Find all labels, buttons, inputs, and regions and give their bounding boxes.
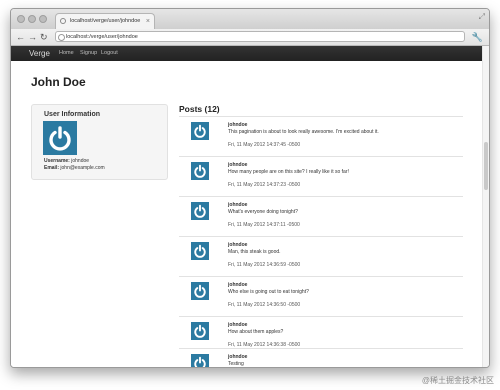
minimize-window-button[interactable] [28,15,36,23]
browser-window: localhost/verge/user/johndoe × ⤢ ← → ↻ l… [10,8,490,368]
post-text: Who else is going out to eat tonight? [228,289,309,295]
post-author[interactable]: johndoe [228,242,247,248]
post-avatar [191,242,209,260]
forward-icon[interactable]: → [28,30,37,44]
post-avatar [191,322,209,340]
post-item: johndoe This pagination is about to look… [179,116,463,157]
power-icon [194,204,206,218]
close-window-button[interactable] [17,15,25,23]
post-text: Testing [228,361,244,367]
scrollbar-thumb[interactable] [484,142,488,190]
nav-home-link[interactable]: Home [59,46,74,61]
watermark-text: @稀土掘金技术社区 [421,376,494,385]
post-author[interactable]: johndoe [228,202,247,208]
browser-tab[interactable]: localhost/verge/user/johndoe × [55,13,155,29]
zoom-window-button[interactable] [39,15,47,23]
nav-signup-link[interactable]: Signup [80,46,97,61]
post-author[interactable]: johndoe [228,322,247,328]
fullscreen-icon[interactable]: ⤢ [479,12,485,22]
wrench-icon[interactable]: 🔧 [472,30,483,44]
tab-title: localhost/verge/user/johndoe [70,18,141,24]
power-icon [194,164,206,178]
post-text: How about them apples? [228,329,284,335]
page-scrollbar[interactable] [482,46,489,367]
post-text: What's everyone doing tonight? [228,209,298,215]
post-timestamp: Fri, 11 May 2012 14:37:11 -0500 [228,222,300,228]
post-author[interactable]: johndoe [228,122,247,128]
post-avatar [191,354,209,367]
reload-icon[interactable]: ↻ [40,30,48,44]
post-avatar [191,282,209,300]
post-text: How many people are on this site? I real… [228,169,349,175]
post-avatar [191,122,209,140]
username-label: Username: [44,158,70,164]
post-author[interactable]: johndoe [228,354,247,360]
power-icon [194,124,206,138]
email-line: Email: john@example.com [44,165,105,171]
username-line: Username: johndoe [44,158,89,164]
email-value: john@example.com [60,165,105,171]
email-label: Email: [44,165,60,171]
post-item: johndoe What's everyone doing tonight? F… [179,196,463,237]
post-avatar [191,202,209,220]
post-item: johndoe Who else is going out to eat ton… [179,276,463,317]
power-icon [194,244,206,258]
tab-strip: localhost/verge/user/johndoe × ⤢ [11,9,489,29]
close-tab-icon[interactable]: × [146,14,150,29]
avatar [43,121,77,155]
address-text: localhost:/verge/user/johndoe [66,34,138,40]
page-favicon-icon [60,18,66,24]
user-info-box: User Information Username: johndoe Email… [31,104,168,180]
user-info-title: User Information [44,111,101,118]
post-text: This pagination is about to look really … [228,129,379,135]
post-text: Man, this steak is good. [228,249,281,255]
post-author[interactable]: johndoe [228,162,247,168]
post-timestamp: Fri, 11 May 2012 14:37:45 -0500 [228,142,301,148]
posts-heading: Posts (12) [179,104,220,114]
address-bar[interactable]: localhost:/verge/user/johndoe [55,31,465,42]
post-item: johndoe Man, this steak is good. Fri, 11… [179,236,463,277]
power-icon [194,356,206,367]
post-timestamp: Fri, 11 May 2012 14:37:23 -0500 [228,182,301,188]
browser-toolbar: ← → ↻ localhost:/verge/user/johndoe 🔧 [11,29,489,46]
nav-logout-link[interactable]: Logout [101,46,118,61]
back-icon[interactable]: ← [16,30,25,44]
post-author[interactable]: johndoe [228,282,247,288]
post-timestamp: Fri, 11 May 2012 14:36:50 -0500 [228,302,301,308]
globe-icon [58,34,65,41]
app-navbar: Verge Home Signup Logout [11,46,489,61]
page-viewport: Verge Home Signup Logout John Doe User I… [11,46,489,367]
power-icon [194,324,206,338]
post-item: johndoe How many people are on this site… [179,156,463,197]
page-title: John Doe [31,75,86,89]
post-item: johndoe Testing [179,348,463,367]
post-avatar [191,162,209,180]
brand-link[interactable]: Verge [29,46,50,61]
power-icon [194,284,206,298]
power-icon [49,126,71,151]
username-value: johndoe [71,158,90,164]
post-timestamp: Fri, 11 May 2012 14:36:59 -0500 [228,262,301,268]
